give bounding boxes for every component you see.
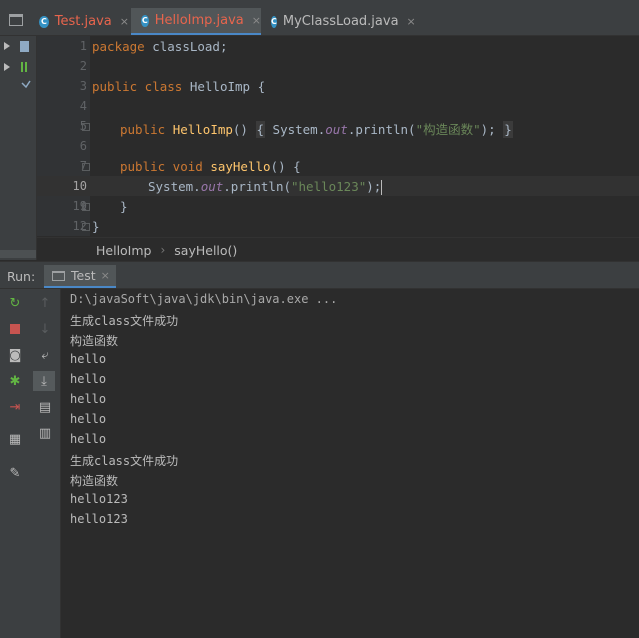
method-name: HelloImp: [172, 122, 233, 137]
code-line-1: package classLoad;: [92, 39, 227, 54]
line-number: 5: [79, 119, 87, 133]
java-class-icon: C: [141, 14, 149, 27]
tab-test-java[interactable]: C Test.java ×: [33, 8, 129, 35]
breadcrumb-method[interactable]: sayHello(): [174, 243, 237, 258]
soft-wrap-icon[interactable]: ⤶: [36, 346, 54, 364]
static-field: out: [200, 179, 224, 194]
debug-icon[interactable]: ✱: [6, 372, 24, 390]
code-line-5: public HelloImp() { System.out.println("…: [120, 119, 513, 138]
horizontal-scrollbar[interactable]: [0, 250, 36, 258]
tab-label: MyClassLoad.java: [282, 14, 399, 29]
trash-icon[interactable]: ▥: [36, 424, 54, 442]
up-arrow-icon[interactable]: ↑: [36, 294, 54, 312]
editor-tab-bar: C Test.java × C HelloImp.java × C MyClas…: [0, 8, 639, 36]
pin-icon[interactable]: ✎: [6, 464, 24, 482]
string-literal: "hello123": [291, 179, 367, 194]
code-line-10: System.out.println("hello123");: [148, 179, 383, 195]
console-line: 构造函数: [70, 334, 119, 348]
line-number: 7: [79, 159, 87, 173]
run-toolbar-secondary: ↑ ↓ ⤶ ⤓ ▤ ▥: [30, 289, 61, 638]
fold-marker[interactable]: [82, 163, 90, 171]
layout-icon[interactable]: ▦: [6, 430, 24, 448]
line-number-current: 10: [72, 179, 87, 193]
stop-icon[interactable]: [6, 320, 24, 338]
breadcrumb-separator: ›: [160, 243, 166, 257]
code-line-11: }: [120, 199, 128, 214]
java-class-icon: C: [39, 15, 49, 28]
code-text: );: [366, 179, 382, 194]
line-number: 3: [79, 79, 87, 93]
console-line: hello: [70, 412, 107, 426]
camera-icon[interactable]: ◙: [6, 346, 24, 364]
method-name: sayHello: [210, 159, 271, 174]
console-line: hello: [70, 372, 107, 386]
line-number: 6: [79, 139, 87, 153]
breadcrumb-class[interactable]: HelloImp: [96, 243, 151, 258]
line-number: 11: [72, 199, 87, 213]
code-text: classLoad;: [144, 39, 228, 54]
code-text: System.: [265, 122, 326, 137]
code-text: () {: [270, 159, 301, 174]
print-icon[interactable]: ▤: [36, 398, 54, 416]
code-line-3: public class HelloImp {: [92, 79, 265, 94]
close-icon[interactable]: ×: [252, 14, 261, 27]
console-line: D:\javaSoft\java\jdk\bin\java.exe ...: [70, 292, 338, 306]
line-number: 4: [79, 99, 87, 113]
keyword: package: [92, 39, 145, 54]
fold-marker[interactable]: [82, 123, 90, 131]
exit-icon[interactable]: ⇥: [6, 398, 24, 416]
close-icon[interactable]: ×: [120, 15, 129, 28]
console-line: 生成class文件成功: [70, 314, 179, 328]
keyword: public void: [120, 159, 203, 174]
keyword: public: [120, 122, 166, 137]
run-toolbar-primary: ↻ ◙ ✱ ⇥ ▦ ✎: [0, 289, 30, 638]
static-field: out: [325, 122, 348, 137]
fold-marker[interactable]: [82, 203, 90, 211]
code-text: .println(: [223, 179, 291, 194]
scroll-to-end-icon[interactable]: ⤓: [33, 371, 55, 391]
keyword: public class: [92, 79, 183, 94]
line-number: 2: [79, 59, 87, 73]
tab-helloimp-java[interactable]: C HelloImp.java ×: [131, 8, 261, 35]
tab-myclassload-java[interactable]: C MyClassLoad.java ×: [263, 8, 416, 35]
console-line: hello: [70, 352, 107, 366]
project-tree-icons[interactable]: [0, 36, 36, 106]
console-line: hello123: [70, 492, 128, 506]
fold-marker[interactable]: [82, 223, 90, 231]
close-icon[interactable]: ×: [407, 15, 416, 28]
console-output[interactable]: D:\javaSoft\java\jdk\bin\java.exe ... 生成…: [61, 289, 639, 638]
code-text: System.: [148, 179, 201, 194]
rerun-icon[interactable]: ↻: [6, 294, 24, 312]
console-line: hello123: [70, 512, 128, 526]
close-icon[interactable]: ×: [101, 269, 110, 282]
line-number: 1: [79, 39, 87, 53]
folded-region-close[interactable]: }: [503, 121, 513, 138]
tab-label: HelloImp.java: [154, 13, 244, 28]
code-line-12: }: [92, 219, 100, 234]
breadcrumb: HelloImp › sayHello(): [37, 237, 639, 262]
code-text: (): [232, 122, 248, 137]
run-toolwindow-header: Run: Test ×: [0, 265, 639, 289]
line-number: 12: [72, 219, 87, 233]
console-line: 构造函数: [70, 474, 119, 488]
run-tab-label: Test: [71, 268, 96, 283]
console-line: 生成class文件成功: [70, 454, 179, 468]
code-text: HelloImp {: [182, 79, 266, 94]
console-line: hello: [70, 432, 107, 446]
project-window-icon[interactable]: [9, 14, 23, 26]
console-icon: [52, 270, 65, 281]
down-arrow-icon[interactable]: ↓: [36, 320, 54, 338]
tab-label: Test.java: [54, 14, 112, 29]
folded-region-open[interactable]: {: [255, 121, 266, 138]
code-text: .println(: [347, 122, 416, 137]
java-class-icon: C: [271, 15, 277, 28]
run-tab-test[interactable]: Test ×: [44, 265, 116, 288]
text-caret: [381, 180, 383, 195]
run-label: Run:: [7, 269, 36, 284]
code-text: );: [480, 122, 504, 137]
string-literal: "构造函数": [415, 122, 481, 137]
left-tool-strip: [0, 36, 37, 260]
console-line: hello: [70, 392, 107, 406]
code-line-9: public void sayHello() {: [120, 159, 301, 174]
